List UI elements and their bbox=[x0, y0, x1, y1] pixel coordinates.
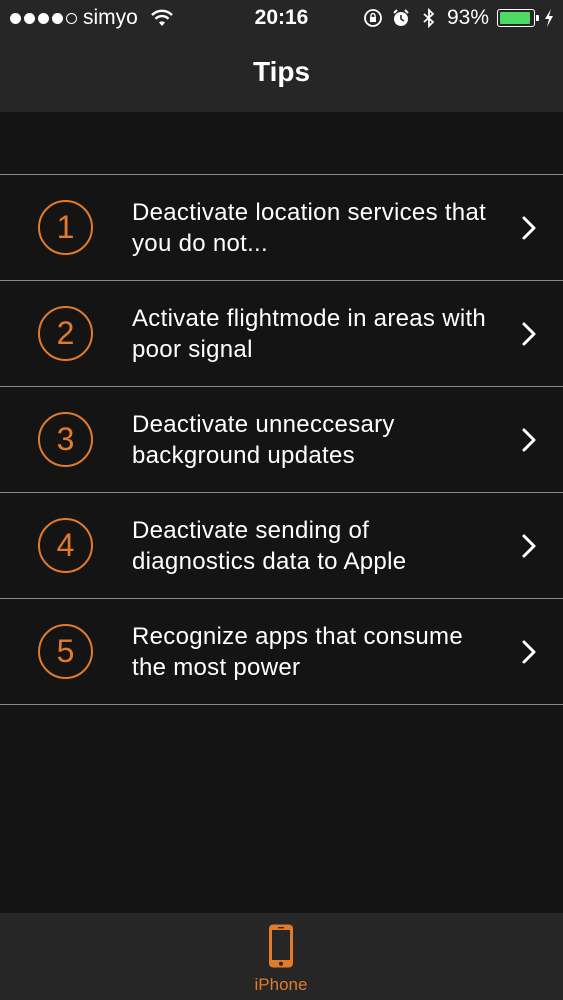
alarm-icon bbox=[393, 9, 409, 26]
orientation-lock-icon bbox=[364, 9, 382, 27]
tip-text: Deactivate location services that you do… bbox=[132, 199, 487, 257]
bluetooth-icon bbox=[423, 8, 435, 28]
tab-label: iPhone bbox=[254, 975, 308, 994]
tip-row-2[interactable]: 2 Activate flightmode in areas with poor… bbox=[0, 281, 563, 387]
chevron-right-icon bbox=[522, 428, 536, 452]
chevron-right-icon bbox=[522, 640, 536, 664]
screen: simyo 20:16 93% Tips 1 Deactivate locati… bbox=[0, 0, 563, 1000]
tip-row-1[interactable]: 1 Deactivate location services that you … bbox=[0, 175, 563, 281]
top-bar: simyo 20:16 93% Tips bbox=[0, 0, 563, 112]
tip-text: Deactivate unneccesary background update… bbox=[132, 411, 395, 469]
tip-row-5[interactable]: 5 Recognize apps that consume the most p… bbox=[0, 599, 563, 705]
battery-percent: 93% bbox=[446, 6, 489, 29]
chevron-right-icon bbox=[522, 534, 536, 558]
tip-number-badge: 2 bbox=[38, 306, 93, 361]
tip-number-badge: 3 bbox=[38, 412, 93, 467]
tip-number-badge: 5 bbox=[38, 624, 93, 679]
tip-row-3[interactable]: 3 Deactivate unneccesary background upda… bbox=[0, 387, 563, 493]
iphone-icon bbox=[269, 924, 293, 968]
status-right: 93% bbox=[363, 6, 555, 30]
charging-bolt-icon bbox=[545, 9, 553, 27]
chevron-right-icon bbox=[522, 216, 536, 240]
tips-list: 1 Deactivate location services that you … bbox=[0, 174, 563, 705]
battery-icon bbox=[497, 9, 539, 27]
tip-text: Recognize apps that consume the most pow… bbox=[132, 623, 463, 681]
tab-bar: iPhone bbox=[0, 913, 563, 1000]
status-bar: simyo 20:16 93% bbox=[0, 0, 563, 36]
tip-number-badge: 4 bbox=[38, 518, 93, 573]
battery-tip bbox=[536, 15, 539, 21]
tip-text: Activate flightmode in areas with poor s… bbox=[132, 305, 487, 363]
tip-number-badge: 1 bbox=[38, 200, 93, 255]
tip-row-4[interactable]: 4 Deactivate sending of diagnostics data… bbox=[0, 493, 563, 599]
battery-level bbox=[500, 12, 530, 24]
tip-text: Deactivate sending of diagnostics data t… bbox=[132, 517, 407, 575]
tab-iphone[interactable]: iPhone bbox=[231, 923, 331, 999]
chevron-right-icon bbox=[522, 322, 536, 346]
page-title: Tips bbox=[252, 56, 311, 87]
